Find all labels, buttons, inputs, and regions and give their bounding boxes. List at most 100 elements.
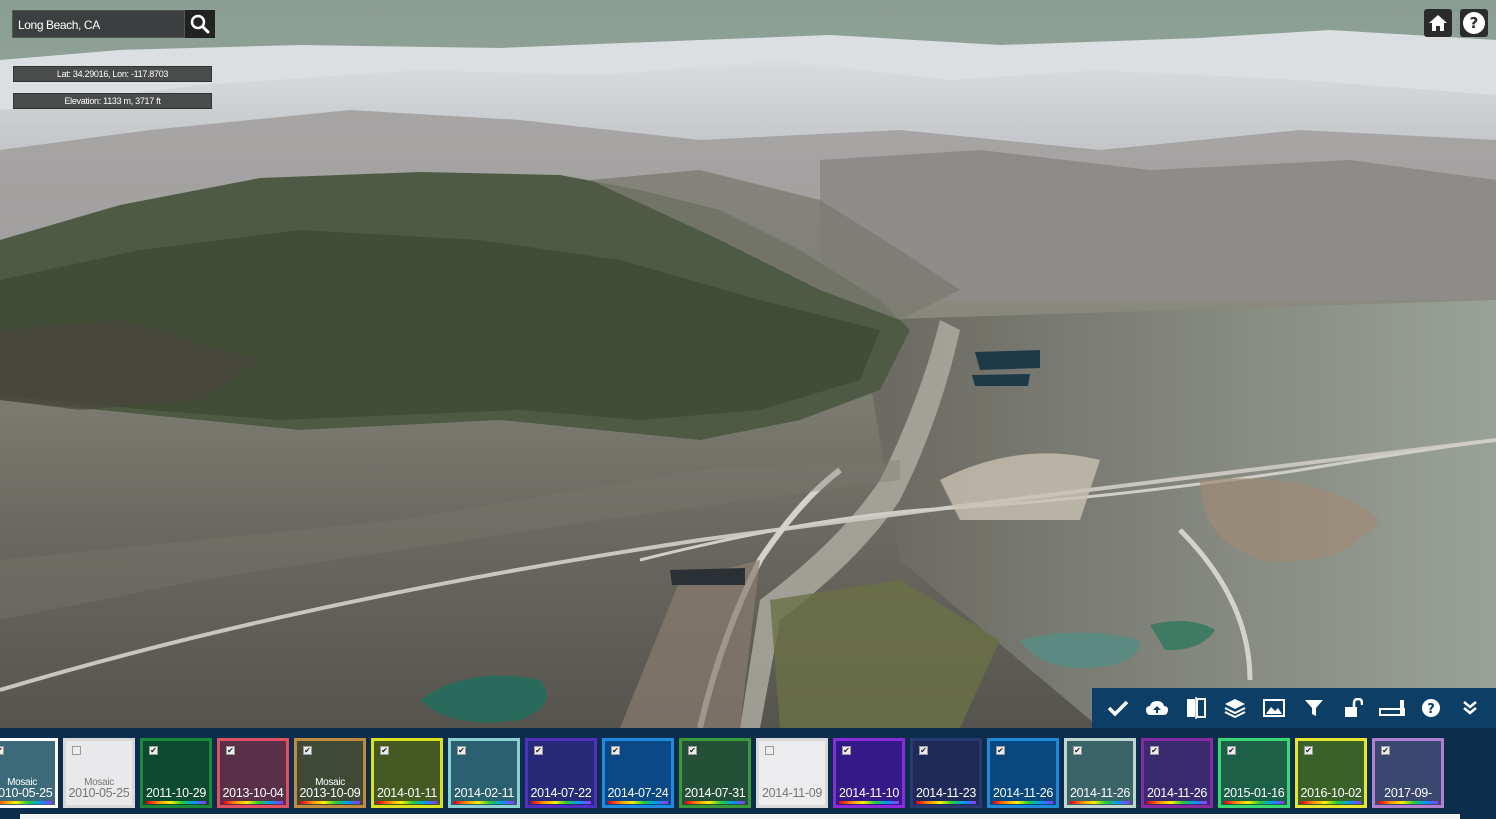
thumbnail-checkbox[interactable]: ✔ <box>303 746 312 755</box>
imagery-thumbnail[interactable]: ✔ 2014-11-26 <box>987 738 1059 808</box>
svg-text:?: ? <box>1470 14 1479 32</box>
thumbnail-checkbox[interactable]: ✔ <box>1150 746 1159 755</box>
thumbnail-checkbox[interactable]: ✔ <box>457 746 466 755</box>
imagery-thumbnail[interactable]: ✔ 2014-07-24 <box>602 738 674 808</box>
color-ramp <box>1070 801 1130 804</box>
thumbnail-checkbox[interactable]: ✔ <box>996 746 1005 755</box>
lock-button[interactable] <box>1339 694 1367 722</box>
measure-button[interactable] <box>1378 694 1406 722</box>
thumbnail-checkbox[interactable]: ✔ <box>1227 746 1236 755</box>
thumbnail-checkbox[interactable]: ✔ <box>1381 746 1390 755</box>
thumbnail-date: 2015-01-16 <box>1223 786 1285 800</box>
imagery-thumbnail[interactable]: ✔ 2013-10-04 <box>217 738 289 808</box>
svg-text:?: ? <box>1427 702 1435 717</box>
thumbnail-checkbox[interactable]: ✔ <box>1304 746 1313 755</box>
color-ramp <box>916 801 976 804</box>
tool-panel: ? <box>1092 688 1496 728</box>
thumbnail-date: 2014-02-11 <box>453 786 514 800</box>
filter-icon <box>1304 700 1323 716</box>
imagery-thumbnail[interactable]: ✔ 2011-10-29 <box>140 738 212 808</box>
map-3d-view[interactable] <box>0 0 1496 728</box>
imagery-timeline: ✔Mosaic2010-05-25Mosaic2010-05-25 ✔ 2011-1… <box>0 728 1496 819</box>
color-ramp <box>454 801 514 804</box>
imagery-thumbnail[interactable]: ✔ 2014-11-26 <box>1141 738 1213 808</box>
color-ramp <box>685 801 745 804</box>
help-button[interactable]: ? <box>1460 9 1488 37</box>
color-ramp <box>1378 801 1438 804</box>
cloud-upload-button[interactable] <box>1143 694 1171 722</box>
color-ramp <box>300 801 360 804</box>
color-ramp <box>993 801 1053 804</box>
terrain-imagery <box>0 0 1496 728</box>
filter-button[interactable] <box>1300 694 1328 722</box>
thumbnail-checkbox[interactable]: ✔ <box>1073 746 1082 755</box>
thumbnail-checkbox[interactable]: ✔ <box>919 746 928 755</box>
thumbnail-date: 2014-07-24 <box>607 786 669 800</box>
unlock-icon <box>1344 698 1363 717</box>
thumbnail-checkbox[interactable]: ✔ <box>534 746 543 755</box>
help-icon: ? <box>1463 12 1485 34</box>
select-all-button[interactable] <box>1104 694 1132 722</box>
thumbnail-date: 2014-11-09 <box>761 786 822 800</box>
thumbnail-date: 2014-07-31 <box>684 786 746 800</box>
imagery-thumbnail[interactable]: ✔ 2014-01-11 <box>371 738 443 808</box>
timeline-scrollbar[interactable] <box>20 814 1460 819</box>
thumbnail-checkbox[interactable]: ✔ <box>842 746 851 755</box>
thumbnail-checkbox[interactable]: ✔ <box>688 746 697 755</box>
thumbnail-date: 2013-10-09 <box>299 786 361 800</box>
thumbnail-checkbox[interactable]: ✔ <box>226 746 235 755</box>
location-search: Long Beach, CA <box>12 10 215 38</box>
thumbnail-date: 2014-11-26 <box>992 786 1053 800</box>
thumbnail-date: 2014-11-26 <box>1146 786 1207 800</box>
thumbnail-date: 2014-01-11 <box>376 786 437 800</box>
imagery-thumbnail[interactable]: ✔ 2016-10-02 <box>1295 738 1367 808</box>
thumbnail-checkbox[interactable]: ✔ <box>611 746 620 755</box>
search-input[interactable]: Long Beach, CA <box>12 10 185 38</box>
thumbnail-date: 2014-11-23 <box>915 786 976 800</box>
thumbnail-checkbox[interactable] <box>72 746 81 755</box>
thumbnail-date: 2010-05-25 <box>68 786 130 800</box>
image-icon <box>1263 699 1286 717</box>
color-ramp <box>1224 801 1284 804</box>
thumbnail-date: 2013-10-04 <box>222 786 284 800</box>
thumbnail-checkbox[interactable]: ✔ <box>0 746 4 755</box>
imagery-thumbnail[interactable]: ✔ Mosaic 2013-10-09 <box>294 738 366 808</box>
thumbnail-date: 2010-05-25 <box>0 786 53 800</box>
thumbnail-list: ✔Mosaic2010-05-25Mosaic2010-05-25 ✔ 2011-1… <box>0 738 1444 808</box>
imagery-thumbnail[interactable]: ✔Mosaic2010-05-25 <box>0 738 58 808</box>
thumbnail-checkbox[interactable] <box>765 746 774 755</box>
compare-button[interactable] <box>1182 694 1210 722</box>
thumbnail-date: 2011-10-29 <box>145 786 206 800</box>
imagery-thumbnail[interactable]: 2014-11-09 <box>756 738 828 808</box>
imagery-thumbnail[interactable]: ✔ 2014-07-22 <box>525 738 597 808</box>
collapse-button[interactable] <box>1456 694 1484 722</box>
color-ramp <box>608 801 668 804</box>
thumbnail-date: 2014-07-22 <box>530 786 592 800</box>
check-icon <box>1107 700 1128 717</box>
layers-button[interactable] <box>1221 694 1249 722</box>
imagery-thumbnail[interactable]: ✔ 2014-07-31 <box>679 738 751 808</box>
home-button[interactable] <box>1424 9 1452 37</box>
image-compare-icon <box>1186 697 1206 719</box>
thumbnail-checkbox[interactable]: ✔ <box>149 746 158 755</box>
thumbnail-checkbox[interactable]: ✔ <box>380 746 389 755</box>
color-ramp <box>1301 801 1361 804</box>
imagery-thumbnail[interactable]: ✔ 2017-09- <box>1372 738 1444 808</box>
home-icon <box>1429 15 1447 31</box>
color-ramp <box>223 801 283 804</box>
imagery-button[interactable] <box>1260 694 1288 722</box>
thumbnail-date: 2017-09- <box>1384 786 1432 800</box>
toolbar-help-button[interactable]: ? <box>1417 694 1445 722</box>
imagery-thumbnail[interactable]: ✔ 2014-11-10 <box>833 738 905 808</box>
imagery-thumbnail[interactable]: Mosaic 2010-05-25 <box>63 738 135 808</box>
thumbnail-date: 2016-10-02 <box>1300 786 1362 800</box>
imagery-thumbnail[interactable]: ✔ 2014-02-11 <box>448 738 520 808</box>
help-icon: ? <box>1422 699 1441 717</box>
imagery-thumbnail[interactable]: ✔ 2014-11-26 <box>1064 738 1136 808</box>
imagery-thumbnail[interactable]: ✔ 2014-11-23 <box>910 738 982 808</box>
layers-icon <box>1224 699 1246 719</box>
color-ramp <box>531 801 591 804</box>
latlon-readout: Lat: 34.29016, Lon: -117.8703 <box>13 66 212 82</box>
search-button[interactable] <box>185 10 215 38</box>
imagery-thumbnail[interactable]: ✔ 2015-01-16 <box>1218 738 1290 808</box>
